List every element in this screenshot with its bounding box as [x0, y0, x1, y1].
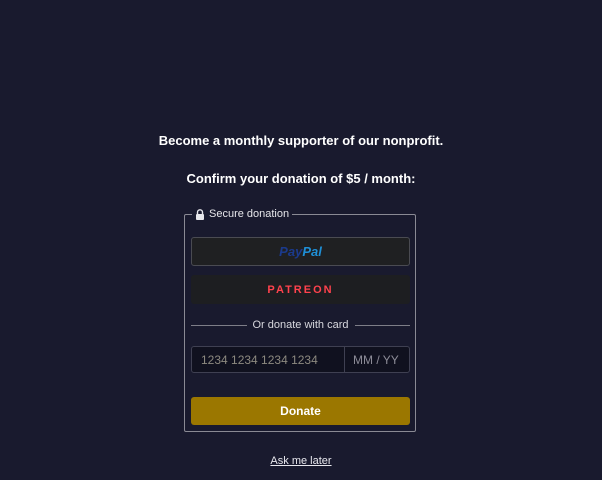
card-divider: Or donate with card — [191, 318, 410, 332]
paypal-button[interactable]: Pay Pal — [191, 237, 410, 266]
confirm-donation-text: Confirm your donation of $5 / month: — [186, 171, 416, 186]
card-expiry-input[interactable] — [345, 347, 409, 372]
divider-line-right — [354, 324, 410, 326]
card-input-group — [191, 346, 410, 373]
patreon-logo: PATREON — [267, 283, 334, 296]
paypal-logo-pal: Pal — [302, 244, 322, 259]
patreon-button[interactable]: PATREON — [191, 275, 410, 304]
card-number-input[interactable] — [192, 347, 345, 372]
headline: Become a monthly supporter of our nonpro… — [158, 133, 444, 148]
secure-donation-label: Secure donation — [209, 208, 290, 220]
ask-later-container: Ask me later — [0, 455, 602, 467]
divider-text: Or donate with card — [252, 319, 349, 331]
divider-line-left — [191, 324, 247, 326]
secure-donation-legend: Secure donation — [192, 208, 292, 220]
lock-icon — [196, 208, 204, 220]
ask-me-later-link[interactable]: Ask me later — [270, 455, 331, 467]
donate-button[interactable]: Donate — [191, 397, 410, 425]
paypal-logo-pay: Pay — [279, 244, 303, 259]
